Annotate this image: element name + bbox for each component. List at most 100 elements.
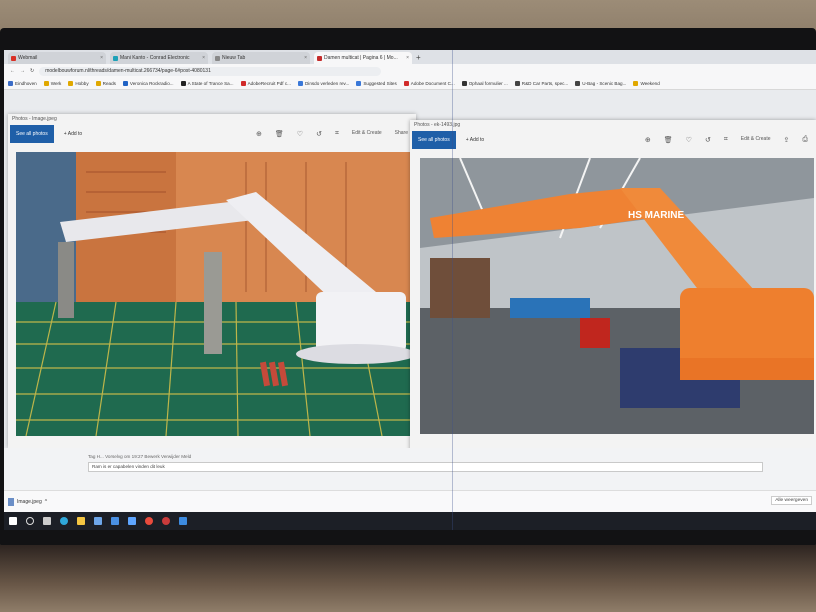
close-icon[interactable]: × [406, 55, 409, 61]
close-icon[interactable]: × [100, 55, 103, 61]
reload-icon[interactable]: ↻ [30, 68, 34, 74]
bookmark-item[interactable]: Adobe Document C... [403, 81, 455, 86]
see-all-photos-button[interactable]: See all photos [412, 131, 456, 149]
bookmark-item[interactable]: Veronica Rockradio... [122, 81, 174, 86]
bookmark-item[interactable]: Ophaal formulier ... [461, 81, 508, 86]
bookmark-item[interactable]: R&D Car Parts, spec... [514, 81, 569, 86]
folder-icon [95, 81, 101, 86]
photos-window-right: Photos - ek-1493.jpg See all photos + Ad… [410, 120, 816, 452]
browser-tab[interactable]: Webmail × [8, 52, 106, 64]
crane-logo-text: HS MARINE [628, 210, 684, 221]
bookmark-label: Weekend [640, 81, 660, 86]
new-tab-button[interactable]: + [416, 52, 421, 64]
url-field[interactable]: modelbouwforum.nl/threads/damen-multicat… [39, 66, 382, 76]
file-explorer-icon[interactable] [77, 517, 85, 525]
bookmark-item[interactable]: Dinsdo verleden rev... [297, 81, 349, 86]
delete-icon[interactable]: 🗑 [664, 136, 673, 144]
bookmark-item[interactable]: Weekend [633, 81, 660, 86]
close-icon[interactable]: × [304, 55, 307, 61]
crane-model-image [16, 152, 410, 436]
desk-area [0, 545, 816, 612]
share-button[interactable]: Share [395, 130, 408, 138]
bookmark-item[interactable]: Suggested Sites [356, 81, 397, 86]
show-all-button[interactable]: Alle weergeven [771, 496, 812, 505]
bookmark-icon [8, 81, 13, 86]
chevron-up-icon[interactable]: ^ [45, 499, 47, 505]
reaction-field[interactable]: Ram is er capabelen vinden dit leuk [88, 462, 763, 472]
screen-moire-line [452, 50, 453, 530]
app-icon[interactable] [162, 517, 170, 525]
rotate-icon[interactable]: ↺ [705, 136, 711, 144]
photos-app-icon[interactable] [179, 517, 187, 525]
browser-tab[interactable]: Mani Kanto - Conrad Electronic × [110, 52, 208, 64]
bookmark-icon [240, 81, 246, 86]
back-icon[interactable]: ← [10, 68, 15, 74]
edit-create-button[interactable]: Edit & Create [352, 130, 382, 138]
delete-icon[interactable]: 🗑 [275, 130, 284, 138]
bookmark-icon [575, 81, 581, 86]
photos-toolbar: See all photos + Add to ⊕ 🗑 ♡ ↺ ⌗ Edit &… [8, 124, 416, 144]
folder-icon [633, 81, 639, 86]
edit-create-label: Edit & Create [740, 136, 771, 142]
support-post [204, 252, 222, 354]
browser-tab[interactable]: Nieuw Tab × [212, 52, 310, 64]
folder-icon [68, 81, 74, 86]
bookmark-item[interactable]: U-Bag - Scenic Bag... [575, 81, 626, 86]
add-to-button[interactable]: + Add to [64, 131, 83, 137]
add-to-button[interactable]: + Add to [466, 137, 485, 143]
folder-icon [43, 81, 49, 86]
tab-favicon-icon [215, 55, 220, 61]
download-file-name: Image.jpeg [17, 499, 42, 505]
tab-label: Nieuw Tab [222, 55, 246, 61]
zoom-icon[interactable]: ⊕ [256, 130, 262, 138]
window-title: Photos - Image.jpeg [12, 116, 57, 122]
favorite-icon[interactable]: ♡ [686, 136, 692, 144]
support-post [58, 242, 74, 318]
forward-icon[interactable]: → [20, 68, 25, 74]
bookmark-item[interactable]: Hobby [68, 81, 89, 86]
bookmark-label: Werk [50, 81, 62, 86]
bookmark-item[interactable]: Reads [95, 81, 116, 86]
download-item[interactable]: Image.jpeg ^ [8, 495, 47, 509]
monitor-screen: Webmail × Mani Kanto - Conrad Electronic ×… [4, 50, 816, 530]
share-icon[interactable]: ⇪ [784, 136, 790, 144]
bookmark-icon [180, 81, 186, 86]
red-cart [580, 318, 610, 348]
photos-toolbar: See all photos + Add to ⊕ 🗑 ♡ ↺ ⌗ Edit &… [410, 130, 816, 150]
bookmarks-bar: Eindhoven Werk Hobby Reads Veronica Rock… [4, 78, 816, 90]
windows-start-icon[interactable] [9, 517, 17, 525]
crane-pedestal [680, 288, 814, 368]
bookmark-item[interactable]: Eindhoven [8, 81, 37, 86]
tab-label: Webmail [18, 55, 38, 61]
bookmark-item[interactable]: Werk [43, 81, 62, 86]
bookmark-icon [356, 81, 362, 86]
task-view-icon[interactable] [43, 517, 51, 525]
bookmark-label: Adobe Document C... [410, 81, 455, 86]
close-icon[interactable]: × [202, 55, 205, 61]
crop-icon[interactable]: ⌗ [724, 136, 728, 144]
see-all-photos-button[interactable]: See all photos [10, 125, 54, 143]
photos-icon[interactable] [128, 517, 136, 525]
edit-create-button[interactable]: Edit & Create [741, 136, 771, 144]
search-icon[interactable] [26, 517, 34, 525]
print-icon[interactable]: ⎙ [802, 136, 808, 144]
rotate-icon[interactable]: ↺ [316, 130, 322, 138]
mail-icon[interactable] [111, 517, 119, 525]
store-icon[interactable] [94, 517, 102, 525]
bookmark-item[interactable]: AdobeRecruit Pdf c... [240, 81, 291, 86]
bookmark-icon [403, 81, 409, 86]
bookmark-label: Eindhoven [15, 81, 37, 86]
bookmark-label: Ophaal formulier ... [468, 81, 508, 86]
zoom-icon[interactable]: ⊕ [645, 136, 651, 144]
bookmark-label: A State of Trance Sa... [187, 81, 234, 86]
marine-crane-image: HS MARINE [420, 158, 814, 434]
shelving [430, 258, 490, 318]
browser-tab-active[interactable]: Damen multicat | Pagina 6 | Mo... × [314, 52, 412, 64]
favorite-icon[interactable]: ♡ [297, 130, 303, 138]
bookmark-item[interactable]: A State of Trance Sa... [180, 81, 234, 86]
bookmark-label: R&D Car Parts, spec... [521, 81, 569, 86]
edge-icon[interactable] [60, 517, 68, 525]
bookmark-label: Reads [102, 81, 116, 86]
chrome-icon[interactable] [145, 517, 153, 525]
crop-icon[interactable]: ⌗ [335, 130, 339, 138]
